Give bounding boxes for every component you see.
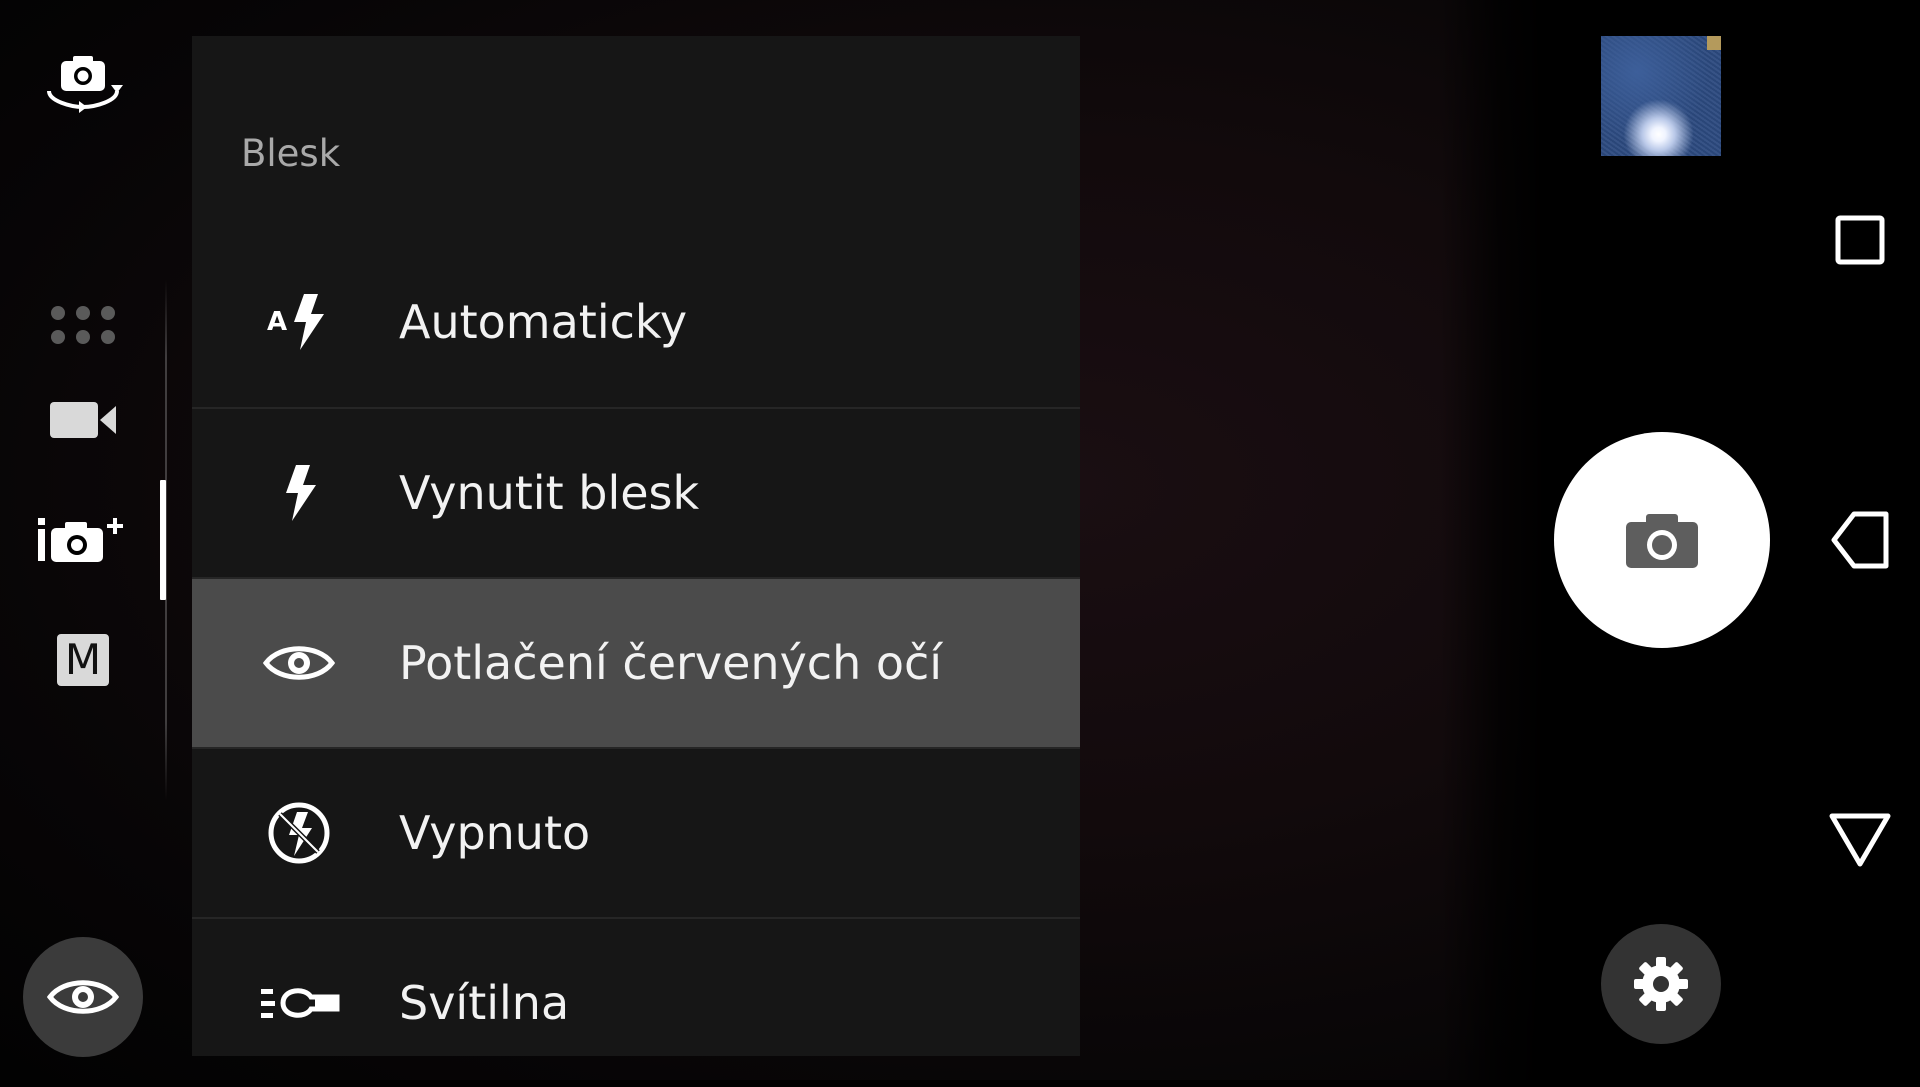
flash-off-icon [247,793,351,873]
manual-mode-icon: M [57,634,109,686]
switch-camera-button[interactable] [33,48,133,118]
shutter-button[interactable] [1554,432,1770,648]
flash-option-auto[interactable]: A Automaticky [192,237,1080,407]
red-eye-icon [46,980,120,1014]
camera-apps-button[interactable] [33,290,133,360]
flash-option-off[interactable]: Vypnuto [192,747,1080,917]
gear-icon [1634,957,1688,1011]
torch-icon [247,963,351,1043]
apps-grid-icon [51,306,115,344]
flash-option-torch[interactable]: Svítilna [192,917,1080,1087]
gallery-thumbnail[interactable] [1601,36,1721,156]
red-eye-icon [247,623,351,703]
flash-option-label: Potlačení červených očí [399,636,943,690]
flash-option-label: Vynutit blesk [399,466,700,520]
settings-button[interactable] [1601,924,1721,1044]
notification-shade-button[interactable] [1800,785,1920,895]
notification-shade-icon [1829,813,1891,867]
switch-camera-icon [47,56,123,113]
svg-text:A: A [267,307,287,337]
superior-auto-mode-button[interactable] [33,505,133,575]
manual-mode-button[interactable]: M [33,625,133,695]
video-camera-icon [50,402,116,438]
navigation-bar [1800,0,1920,1080]
flash-menu-title: Blesk [241,132,341,175]
flash-mode-button[interactable] [23,937,143,1057]
superior-auto-icon [38,518,123,562]
recents-icon [1835,215,1885,265]
flash-option-label: Vypnuto [399,806,591,860]
flash-option-force[interactable]: Vynutit blesk [192,407,1080,577]
back-icon [1831,511,1889,569]
flash-on-icon [247,453,351,533]
recents-button[interactable] [1800,185,1920,295]
back-button[interactable] [1800,485,1920,595]
flash-option-label: Automaticky [399,295,688,349]
video-mode-button[interactable] [33,385,133,455]
flash-auto-icon: A [247,282,351,362]
active-mode-indicator [160,480,166,600]
flash-menu-panel: Blesk A Automaticky Vynutit blesk Potlač… [192,36,1080,1056]
manual-mode-glyph: M [64,635,102,684]
mode-rail: M [0,0,170,1080]
flash-option-label: Svítilna [399,976,570,1030]
camera-icon [1626,514,1698,568]
flash-option-red-eye[interactable]: Potlačení červených očí [192,577,1080,747]
